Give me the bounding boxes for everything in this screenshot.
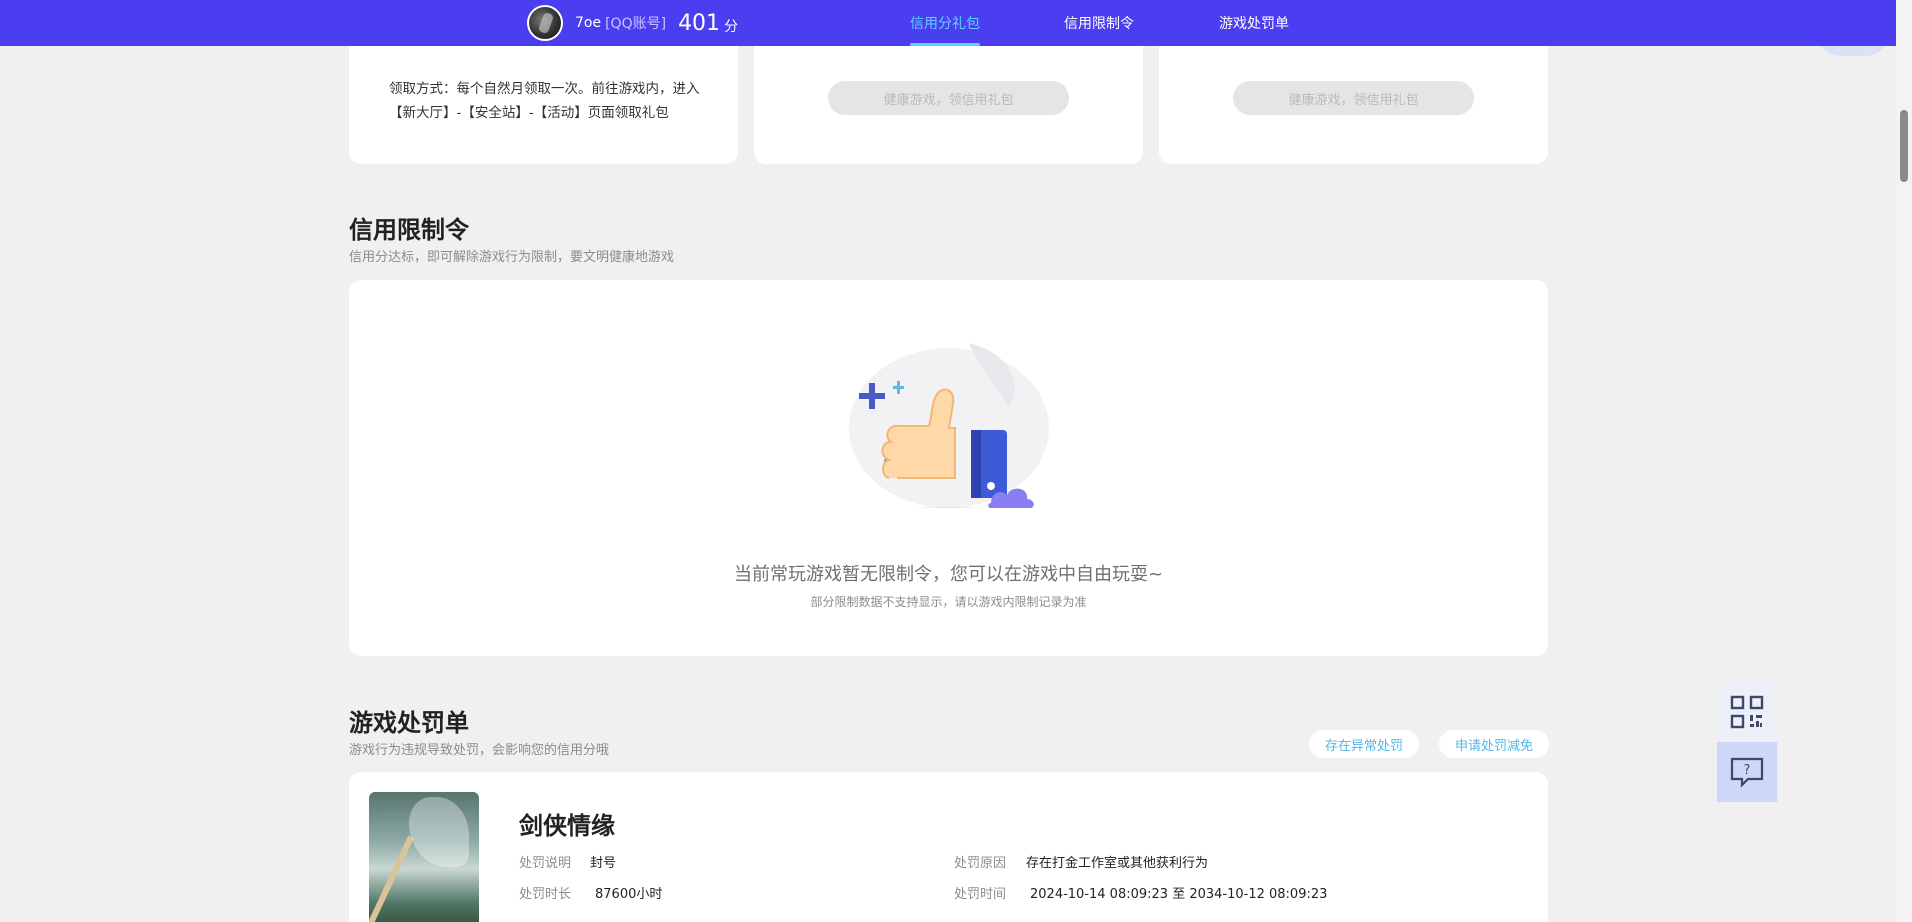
- gift-card-1: 领取方式：每个自然月领取一次。前往游戏内，进入【新大厅】-【安全站】-【活动】页…: [349, 30, 738, 164]
- restriction-empty-card: 当前常玩游戏暂无限制令，您可以在游戏中自由玩耍~ 部分限制数据不支持显示，请以游…: [349, 280, 1548, 656]
- penalty-time-value: 2024-10-14 08:09:23 至 2034-10-12 08:09:2…: [1030, 887, 1328, 902]
- claim-method-text: 领取方式：每个自然月领取一次。前往游戏内，进入【新大厅】-【安全站】-【活动】页…: [389, 81, 700, 121]
- thumbs-up-illustration: [849, 343, 1049, 508]
- penalty-desc-label: 处罚说明: [519, 856, 572, 871]
- penalty-reason-value: 存在打金工作室或其他获利行为: [1026, 856, 1209, 871]
- credit-score: 401: [678, 10, 721, 36]
- tab-credit-gift[interactable]: 信用分礼包: [910, 0, 980, 46]
- game-cover-image: [369, 792, 479, 922]
- feedback-icon: ?: [1730, 757, 1764, 788]
- avatar[interactable]: [527, 5, 563, 41]
- feedback-button[interactable]: ?: [1717, 742, 1777, 802]
- abnormal-penalty-button[interactable]: 存在异常处罚: [1309, 730, 1419, 758]
- top-nav-bar: 7oe [QQ账号] 401 分 信用分礼包 信用限制令 游戏处罚单: [0, 0, 1896, 46]
- penalty-desc-value: 封号: [590, 856, 617, 871]
- scrollbar-thumb[interactable]: [1900, 110, 1908, 182]
- tab-game-penalty[interactable]: 游戏处罚单: [1219, 0, 1289, 46]
- svg-text:?: ?: [1744, 763, 1751, 778]
- section-subtitle-penalty: 游戏行为违规导致处罚，会影响您的信用分哦: [349, 743, 610, 758]
- section-title-restriction: 信用限制令: [349, 216, 469, 244]
- penalty-duration-label: 处罚时长: [519, 887, 572, 902]
- section-subtitle-restriction: 信用分达标，即可解除游戏行为限制，要文明健康地游戏: [349, 250, 675, 265]
- page-scrollbar[interactable]: [1896, 0, 1912, 922]
- game-name: 剑侠情缘: [519, 812, 615, 840]
- username: 7oe: [575, 15, 602, 31]
- qr-code-button[interactable]: [1717, 682, 1777, 742]
- penalty-duration-value: 87600小时: [595, 887, 663, 902]
- gift-card-3: 健康游戏，领信用礼包: [1159, 30, 1548, 164]
- claim-gift-button-disabled: 健康游戏，领信用礼包: [1233, 81, 1474, 115]
- apply-reduction-button[interactable]: 申请处罚减免: [1439, 730, 1549, 758]
- gift-card-2: 健康游戏，领信用礼包: [754, 30, 1143, 164]
- empty-state-note: 部分限制数据不支持显示，请以游戏内限制记录为准: [810, 595, 1087, 609]
- empty-state-message: 当前常玩游戏暂无限制令，您可以在游戏中自由玩耍~: [733, 564, 1164, 585]
- qr-code-icon: [1730, 695, 1764, 729]
- penalty-time-label: 处罚时间: [954, 887, 1007, 902]
- account-type: [QQ账号]: [605, 16, 667, 32]
- claim-gift-button-disabled: 健康游戏，领信用礼包: [828, 81, 1069, 115]
- score-unit: 分: [724, 19, 739, 35]
- tab-credit-restriction[interactable]: 信用限制令: [1064, 0, 1134, 46]
- user-info: 7oe [QQ账号] 401 分: [527, 5, 738, 41]
- penalty-item-card[interactable]: 剑侠情缘 处罚说明 封号 处罚原因 存在打金工作室或其他获利行为 处罚时长 87…: [349, 772, 1548, 922]
- section-title-penalty: 游戏处罚单: [349, 709, 469, 737]
- penalty-reason-label: 处罚原因: [954, 856, 1007, 871]
